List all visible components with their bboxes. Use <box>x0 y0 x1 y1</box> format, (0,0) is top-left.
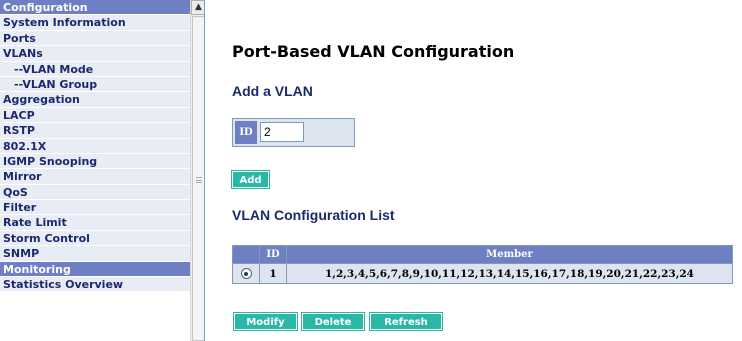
nav-item-statistics-overview[interactable]: Statistics Overview <box>0 277 190 293</box>
nav-item-lacp[interactable]: LACP <box>0 107 190 124</box>
row-select-cell[interactable] <box>233 264 259 283</box>
vlan-id-input[interactable] <box>260 122 304 142</box>
table-row: 1 1,2,3,4,5,6,7,8,9,10,11,12,13,14,15,16… <box>233 264 732 283</box>
nav-item-vlan-group[interactable]: --VLAN Group <box>0 76 190 93</box>
radio-selected-icon[interactable] <box>240 268 252 279</box>
add-vlan-heading: Add a VLAN <box>232 83 313 99</box>
grip-icon <box>196 177 202 183</box>
id-column-header: ID <box>260 246 286 263</box>
nav-item-rate-limit[interactable]: Rate Limit <box>0 215 190 231</box>
add-button[interactable]: Add <box>231 170 270 189</box>
nav-item-mirror[interactable]: Mirror <box>0 169 190 185</box>
chevron-up-icon[interactable]: ▲ <box>191 0 204 15</box>
vlan-id-cell: 1 <box>260 264 286 283</box>
vlan-id-field-group: ID <box>232 118 355 147</box>
navigation-frame: Configuration System Information Ports VLAN… <box>0 0 205 341</box>
scroll-thumb[interactable] <box>192 16 204 341</box>
nav-item-aggregation[interactable]: Aggregation <box>0 92 190 108</box>
vlan-member-cell: 1,2,3,4,5,6,7,8,9,10,11,12,13,14,15,16,1… <box>287 264 732 283</box>
refresh-button[interactable]: Refresh <box>369 312 443 331</box>
nav-item-qos[interactable]: QoS <box>0 184 190 201</box>
page-title: Port-Based VLAN Configuration <box>232 42 515 61</box>
nav-section-monitoring: Monitoring <box>0 261 190 278</box>
delete-button[interactable]: Delete <box>301 312 365 331</box>
table-header-row: ID Member <box>233 246 732 263</box>
member-column-header: Member <box>287 246 732 263</box>
nav-section-configuration: Configuration <box>0 0 190 16</box>
nav-scrollbar[interactable]: ▲ <box>190 0 204 341</box>
vlan-table: ID Member 1 1,2,3,4,5,6,7,8,9,10,11,12,1… <box>232 245 733 284</box>
nav-item-ports[interactable]: Ports <box>0 30 190 47</box>
vlan-list-heading: VLAN Configuration List <box>232 207 395 223</box>
modify-button[interactable]: Modify <box>233 312 298 331</box>
nav-item-snmp[interactable]: SNMP <box>0 246 190 262</box>
nav-item-802-1x[interactable]: 802.1X <box>0 138 190 154</box>
navigation-menu: Configuration System Information Ports VLAN… <box>0 0 190 293</box>
nav-item-rstp[interactable]: RSTP <box>0 123 190 139</box>
nav-item-vlans[interactable]: VLANs <box>0 46 190 62</box>
nav-item-igmp-snooping[interactable]: IGMP Snooping <box>0 153 190 170</box>
nav-item-vlan-mode[interactable]: --VLAN Mode <box>0 61 190 77</box>
main-content: Port-Based VLAN Configuration Add a VLAN… <box>206 0 742 341</box>
select-column-header <box>233 246 259 263</box>
nav-item-system-information[interactable]: System Information <box>0 15 190 31</box>
nav-item-storm-control[interactable]: Storm Control <box>0 230 190 247</box>
nav-item-filter[interactable]: Filter <box>0 200 190 216</box>
vlan-id-label: ID <box>235 121 257 144</box>
